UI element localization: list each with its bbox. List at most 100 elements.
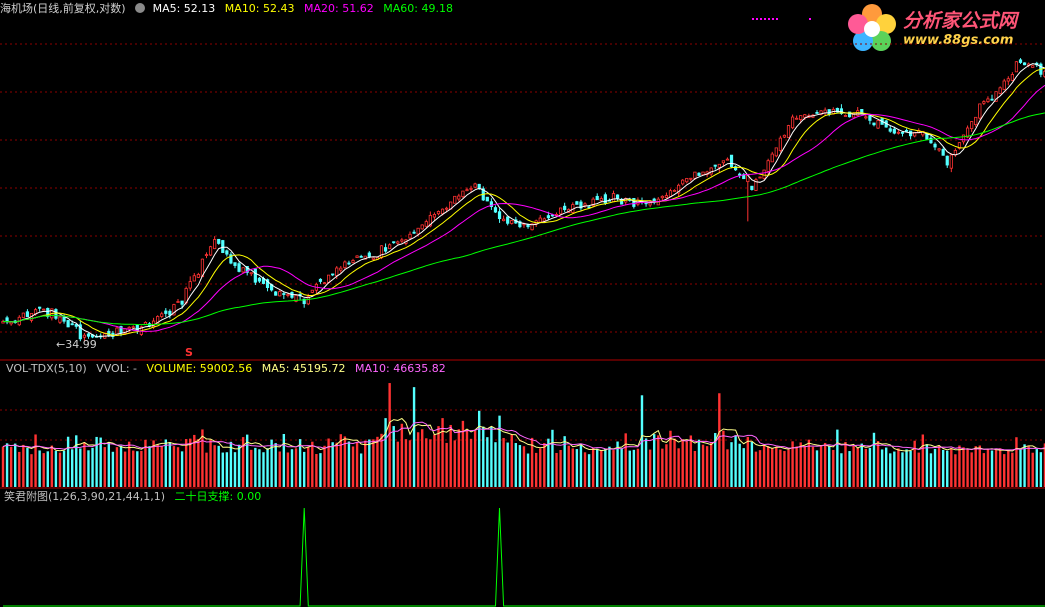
volume-bar xyxy=(909,451,912,487)
volume-bar xyxy=(600,450,603,487)
candle xyxy=(750,185,754,191)
low-price-label: ←34.99 xyxy=(56,338,97,351)
candle xyxy=(432,212,437,221)
candle xyxy=(795,115,799,120)
volume-bar xyxy=(974,446,977,487)
volume-bar xyxy=(921,434,925,487)
volume-bar xyxy=(176,447,180,487)
volume-bar xyxy=(425,438,428,487)
volume-bar xyxy=(123,451,127,487)
candle xyxy=(489,198,494,210)
volume-bar xyxy=(608,446,611,487)
volume-bar xyxy=(844,441,847,487)
candle xyxy=(436,210,441,216)
volume-bar xyxy=(453,440,456,487)
candle xyxy=(318,278,323,284)
candle xyxy=(790,114,795,130)
volume-bar xyxy=(1027,445,1030,487)
volume-bar xyxy=(482,426,485,487)
candle xyxy=(843,114,848,117)
volume-bar xyxy=(79,448,82,487)
candle xyxy=(1022,62,1027,66)
volume-bar xyxy=(111,451,115,487)
volume-bar xyxy=(396,441,399,487)
volume-bar xyxy=(372,439,375,487)
candle xyxy=(603,192,607,205)
volume-bar xyxy=(958,445,961,487)
volume-bar xyxy=(311,441,314,487)
volume-bar xyxy=(315,454,318,487)
volume-bar xyxy=(1007,449,1010,487)
volume-bar xyxy=(107,442,111,487)
volume-bar xyxy=(982,453,986,487)
volume-bar xyxy=(351,446,355,487)
candle xyxy=(278,289,282,297)
volume-bar xyxy=(486,437,489,487)
volume-bar xyxy=(946,450,949,487)
volume-bar xyxy=(661,448,664,487)
volume-bar xyxy=(132,450,135,487)
candle xyxy=(1014,61,1019,73)
candle xyxy=(685,177,689,184)
volume-bar xyxy=(1019,449,1022,487)
volume-bar xyxy=(184,439,188,487)
volume-bar xyxy=(852,445,855,487)
volume-bars xyxy=(1,383,1045,487)
volume-bar xyxy=(734,435,737,487)
volume-bar xyxy=(26,448,29,487)
volume-bar xyxy=(579,443,583,487)
volume-bar xyxy=(876,441,880,487)
candle xyxy=(233,262,237,269)
volume-bar xyxy=(905,449,908,487)
volume-bar xyxy=(266,448,269,487)
candle xyxy=(249,272,253,277)
candle xyxy=(339,265,343,273)
support-line xyxy=(3,507,1045,607)
volume-bar xyxy=(823,442,827,487)
volume-bar xyxy=(620,448,623,487)
volume-bar xyxy=(864,448,868,487)
volume-bar xyxy=(596,448,599,487)
candle xyxy=(563,202,567,212)
volume-bar xyxy=(119,445,123,487)
candle xyxy=(1031,65,1035,68)
volume-bar xyxy=(775,446,778,487)
volume-bar xyxy=(66,436,70,487)
volume-bar xyxy=(136,451,139,487)
volume-bar xyxy=(99,437,102,487)
volume-bar xyxy=(657,435,660,487)
candle xyxy=(611,190,616,203)
candle xyxy=(583,202,587,208)
volume-bar xyxy=(929,453,933,487)
volume-bar xyxy=(518,445,522,487)
volume-bar xyxy=(294,448,298,487)
volume-bar xyxy=(229,441,233,487)
candle xyxy=(978,103,982,120)
candle xyxy=(314,282,318,294)
volume-bar xyxy=(148,446,151,487)
volume-bar xyxy=(575,449,579,487)
volume-bar xyxy=(258,449,261,487)
candle xyxy=(689,177,693,182)
volume-bar xyxy=(925,444,929,487)
candle xyxy=(241,267,245,274)
volume-bar xyxy=(290,449,294,487)
candle xyxy=(888,125,892,133)
volume-bar xyxy=(180,451,184,487)
candle xyxy=(1010,72,1014,82)
volume-bar xyxy=(221,452,224,487)
candle xyxy=(990,94,994,101)
volume-bar xyxy=(490,426,493,487)
candlestick-series xyxy=(1,58,1045,342)
candle xyxy=(876,119,880,130)
stock-chart[interactable]: ←34.99 S xyxy=(0,0,1045,607)
volume-bar xyxy=(498,415,501,487)
volume-bar xyxy=(327,438,330,487)
volume-bar xyxy=(457,429,461,487)
candle xyxy=(457,193,461,202)
volume-bar xyxy=(347,441,351,487)
volume-bar xyxy=(648,449,652,487)
volume-bar xyxy=(62,450,66,487)
volume-bar xyxy=(807,439,811,487)
candle xyxy=(734,165,738,171)
